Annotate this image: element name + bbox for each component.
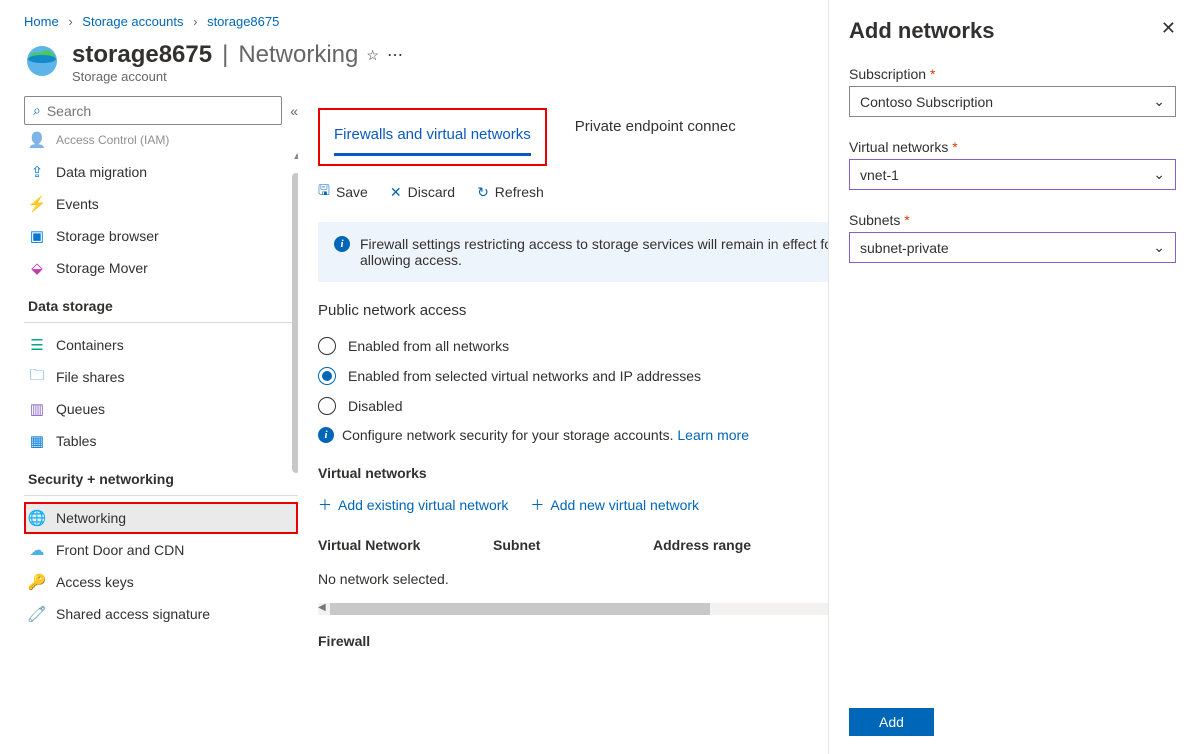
save-button[interactable]: 🖫Save <box>318 180 368 204</box>
sidebar-item-containers[interactable]: ☰Containers <box>24 329 298 361</box>
vnet-label: Virtual networks * <box>849 139 1176 155</box>
sidebar-item-queues[interactable]: ▥Queues <box>24 393 298 425</box>
scroll-left-arrow-icon[interactable]: ◀ <box>318 602 326 613</box>
virtual-networks-select[interactable]: vnet-1⌄ <box>849 159 1176 190</box>
page-section: Networking <box>238 41 358 69</box>
subnets-label: Subnets * <box>849 212 1176 228</box>
info-icon: i <box>334 236 350 252</box>
chevron-down-icon: ⌄ <box>1153 239 1165 256</box>
sidebar-item-access-control[interactable]: 👤 Access Control (IAM) <box>24 131 298 156</box>
col-subnet: Subnet <box>493 537 653 553</box>
containers-icon: ☰ <box>28 336 46 354</box>
crumb-storage-accounts[interactable]: Storage accounts <box>82 14 183 29</box>
tables-icon: ▦ <box>28 432 46 450</box>
sidebar: ⌕ « ▲ 👤 Access Control (IAM) ⇪Data migra… <box>0 96 300 740</box>
panel-title: Add networks <box>849 18 994 44</box>
migration-icon: ⇪ <box>28 163 46 181</box>
crumb-resource[interactable]: storage8675 <box>207 14 279 29</box>
col-address-range: Address range <box>653 537 751 553</box>
learn-more-link[interactable]: Learn more <box>677 427 749 443</box>
refresh-icon: ↻ <box>477 184 489 201</box>
subnets-select[interactable]: subnet-private⌄ <box>849 232 1176 263</box>
sidebar-item-data-migration[interactable]: ⇪Data migration <box>24 156 298 188</box>
browser-icon: ▣ <box>28 227 46 245</box>
chevron-right-icon: › <box>68 14 72 29</box>
person-icon: 👤 <box>28 131 46 149</box>
collapse-sidebar-icon[interactable]: « <box>290 103 298 119</box>
sidebar-item-access-keys[interactable]: 🔑Access keys <box>24 566 298 598</box>
key-icon: 🔑 <box>28 573 46 591</box>
crumb-home[interactable]: Home <box>24 14 59 29</box>
mover-icon: ⬙ <box>28 259 46 277</box>
cloud-icon: ☁ <box>28 541 46 559</box>
add-new-vnet-button[interactable]: ＋Add new virtual network <box>530 495 699 515</box>
sidebar-item-events[interactable]: ⚡Events <box>24 188 298 220</box>
storage-account-icon <box>24 41 60 77</box>
resource-type-label: Storage account <box>72 69 405 84</box>
sidebar-item-front-door[interactable]: ☁Front Door and CDN <box>24 534 298 566</box>
plus-icon: ＋ <box>318 495 332 515</box>
link-icon: 🧷 <box>28 605 46 623</box>
sidebar-item-networking[interactable]: 🌐Networking <box>24 502 298 534</box>
discard-button[interactable]: ✕Discard <box>390 184 455 201</box>
sidebar-scrollbar[interactable] <box>292 173 298 473</box>
plus-icon: ＋ <box>530 495 544 515</box>
add-existing-vnet-button[interactable]: ＋Add existing virtual network <box>318 495 508 515</box>
tab-firewalls[interactable]: Firewalls and virtual networks <box>334 118 531 156</box>
sidebar-item-storage-mover[interactable]: ⬙Storage Mover <box>24 252 298 284</box>
favorite-star-icon[interactable]: ☆ <box>366 47 379 64</box>
chevron-down-icon: ⌄ <box>1153 166 1165 183</box>
search-input[interactable]: ⌕ <box>24 96 282 125</box>
col-virtual-network: Virtual Network <box>318 537 493 553</box>
chevron-down-icon: ⌄ <box>1153 93 1165 110</box>
sidebar-item-storage-browser[interactable]: ▣Storage browser <box>24 220 298 252</box>
refresh-button[interactable]: ↻Refresh <box>477 184 544 201</box>
tab-private-endpoints[interactable]: Private endpoint connec <box>575 110 736 164</box>
sidebar-item-tables[interactable]: ▦Tables <box>24 425 298 457</box>
globe-icon: 🌐 <box>28 509 46 527</box>
queues-icon: ▥ <box>28 400 46 418</box>
group-data-storage: Data storage <box>24 284 298 318</box>
more-icon[interactable]: ⋯ <box>387 45 405 65</box>
chevron-right-icon: › <box>193 14 197 29</box>
fileshare-icon: 🗀 <box>28 368 46 386</box>
close-icon[interactable]: ✕ <box>1161 18 1176 39</box>
sidebar-item-file-shares[interactable]: 🗀File shares <box>24 361 298 393</box>
subscription-label: Subscription * <box>849 66 1176 82</box>
add-networks-panel: Add networks ✕ Subscription * Contoso Su… <box>828 0 1196 754</box>
save-icon: 🖫 <box>318 180 330 204</box>
group-security-networking: Security + networking <box>24 457 298 491</box>
lightning-icon: ⚡ <box>28 195 46 213</box>
subscription-select[interactable]: Contoso Subscription⌄ <box>849 86 1176 117</box>
search-icon: ⌕ <box>33 102 41 119</box>
add-button[interactable]: Add <box>849 708 934 736</box>
discard-icon: ✕ <box>390 184 402 201</box>
info-icon: i <box>318 427 334 443</box>
page-title: storage8675 <box>72 41 212 69</box>
sidebar-item-sas[interactable]: 🧷Shared access signature <box>24 598 298 630</box>
